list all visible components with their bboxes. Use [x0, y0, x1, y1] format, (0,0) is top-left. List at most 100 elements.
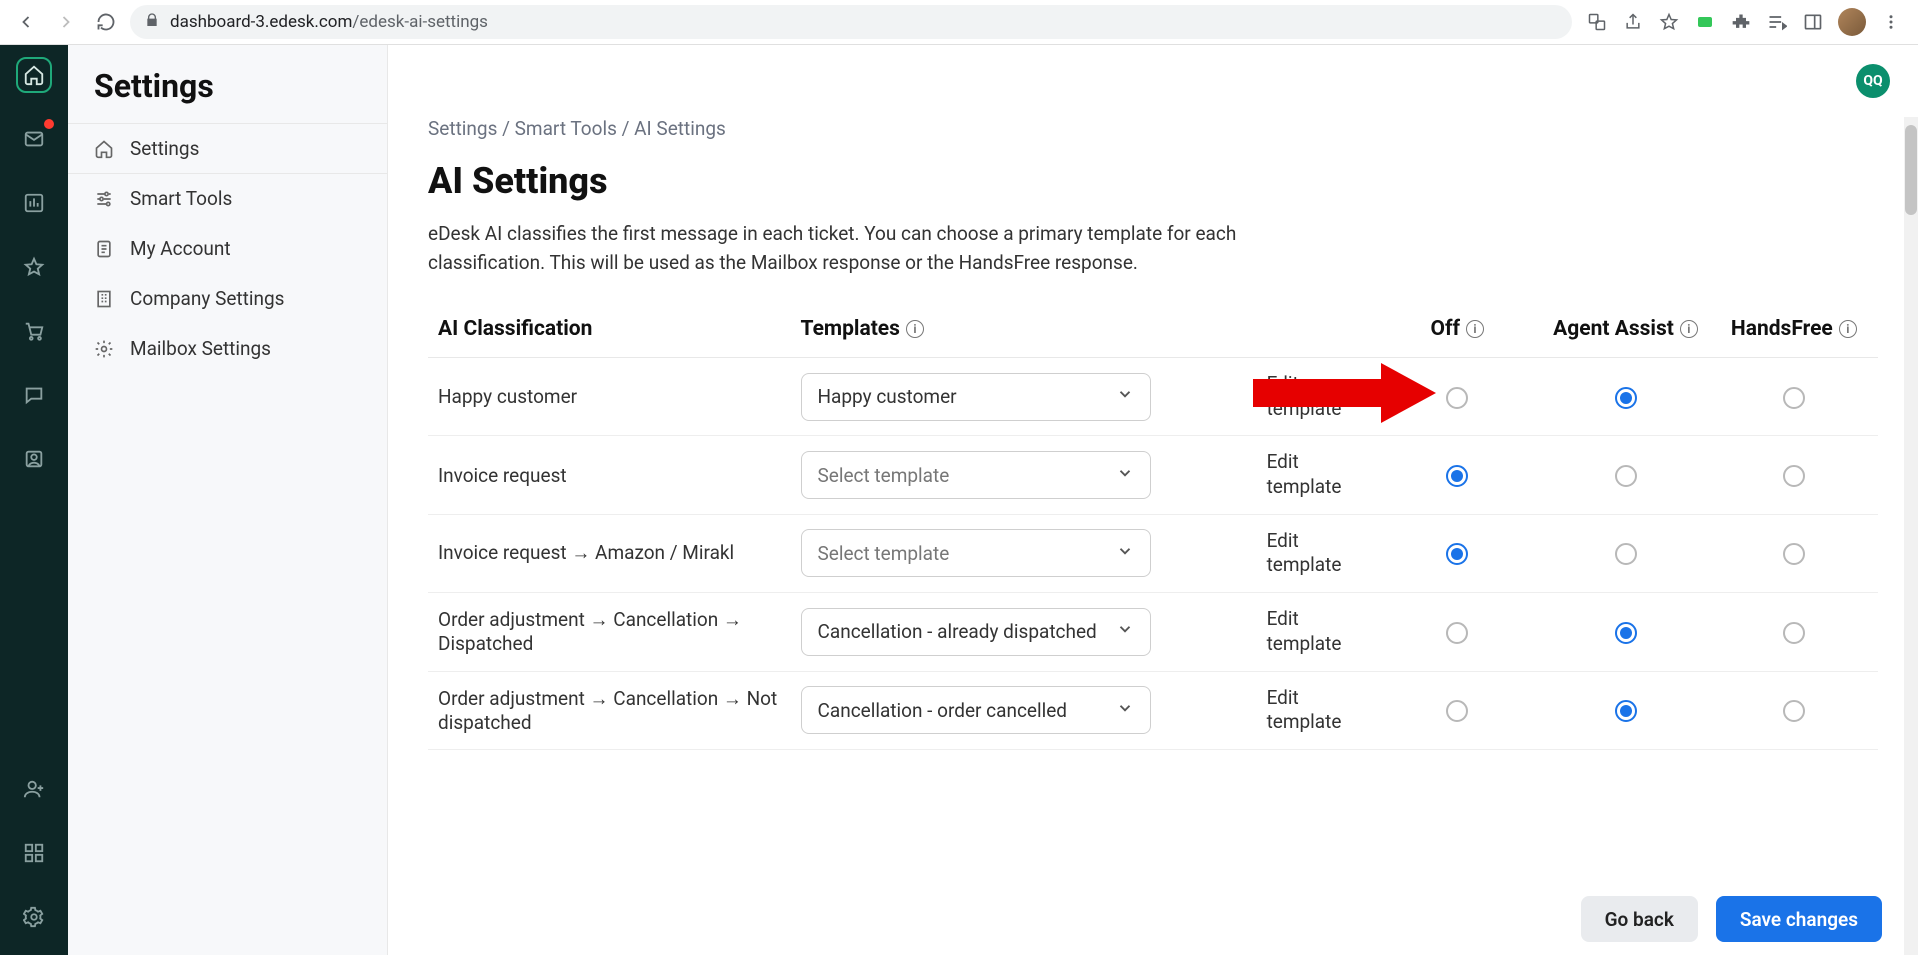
th-templates: Templatesi — [791, 305, 1257, 358]
edit-template-link[interactable]: Edit template — [1267, 686, 1342, 734]
template-select[interactable]: Select template — [801, 529, 1151, 577]
info-icon[interactable]: i — [1466, 320, 1484, 338]
cell-classification: Order adjustment → Cancellation → Dispat… — [428, 593, 791, 671]
rail-chart-icon[interactable] — [16, 185, 52, 221]
translate-icon[interactable] — [1586, 11, 1608, 33]
browser-toolbar: dashboard-3.edesk.com/edesk-ai-settings — [0, 0, 1918, 45]
rail-chat-icon[interactable] — [16, 377, 52, 413]
extensions-icon[interactable] — [1730, 11, 1752, 33]
id-icon — [94, 239, 114, 259]
template-select[interactable]: Select template — [801, 451, 1151, 499]
breadcrumb[interactable]: Settings / Smart Tools / AI Settings — [428, 117, 1878, 140]
main-area: QQ Settings / Smart Tools / AI Settings … — [388, 45, 1918, 955]
table-row: Invoice request → Amazon / MiraklSelect … — [428, 514, 1878, 592]
th-classification: AI Classification — [428, 305, 791, 358]
sliders-icon — [94, 189, 114, 209]
user-avatar-badge[interactable]: QQ — [1856, 64, 1890, 98]
template-select[interactable]: Happy customer — [801, 373, 1151, 421]
star-icon[interactable] — [1658, 11, 1680, 33]
back-button[interactable] — [10, 6, 42, 38]
rail-settings-icon[interactable] — [16, 899, 52, 935]
edit-template-link[interactable]: Edit template — [1267, 450, 1342, 498]
sidebar-item-mailbox-settings[interactable]: Mailbox Settings — [68, 324, 387, 374]
radio-handsfree[interactable] — [1783, 543, 1805, 565]
sidebar-item-settings[interactable]: Settings — [68, 123, 387, 174]
table-row: Order adjustment → Cancellation → Not di… — [428, 671, 1878, 749]
radio-off[interactable] — [1446, 700, 1468, 722]
footer-bar: Go back Save changes — [388, 883, 1910, 955]
th-agent-assist: Agent Assisti — [1541, 305, 1709, 358]
edit-template-link[interactable]: Edit template — [1267, 372, 1342, 420]
rail-apps-icon[interactable] — [16, 835, 52, 871]
lock-icon — [144, 12, 160, 33]
radio-agent-assist[interactable] — [1615, 700, 1637, 722]
reload-button[interactable] — [90, 6, 122, 38]
scrollbar[interactable] — [1904, 117, 1918, 955]
chrome-actions — [1580, 8, 1908, 36]
sidebar-item-label: Smart Tools — [130, 187, 232, 210]
rail-home-icon[interactable] — [16, 57, 52, 93]
chevron-down-icon — [1116, 542, 1134, 565]
template-value: Select template — [818, 464, 950, 487]
chrome-menu-icon[interactable] — [1880, 11, 1902, 33]
radio-handsfree[interactable] — [1783, 700, 1805, 722]
sidebar-item-smart-tools[interactable]: Smart Tools — [68, 174, 387, 224]
info-icon[interactable]: i — [1680, 320, 1698, 338]
cell-classification: Order adjustment → Cancellation → Not di… — [428, 671, 791, 749]
rail-add-user-icon[interactable] — [16, 771, 52, 807]
rail-mail-icon[interactable] — [16, 121, 52, 157]
sidebar-item-company-settings[interactable]: Company Settings — [68, 274, 387, 324]
radio-off[interactable] — [1446, 543, 1468, 565]
sidebar-item-my-account[interactable]: My Account — [68, 224, 387, 274]
radio-off[interactable] — [1446, 387, 1468, 409]
radio-off[interactable] — [1446, 622, 1468, 644]
chevron-down-icon — [1116, 620, 1134, 643]
camera-ext-icon[interactable] — [1694, 11, 1716, 33]
th-handsfree: HandsFreei — [1710, 305, 1878, 358]
template-select[interactable]: Cancellation - order cancelled — [801, 686, 1151, 734]
edit-template-link[interactable]: Edit template — [1267, 529, 1342, 577]
info-icon[interactable]: i — [906, 320, 924, 338]
page-title: AI Settings — [428, 160, 1878, 202]
chevron-down-icon — [1116, 464, 1134, 487]
gear-icon — [94, 339, 114, 359]
cell-classification: Invoice request → Amazon / Mirakl — [428, 514, 791, 592]
classification-table: AI Classification Templatesi Offi Agent … — [428, 305, 1878, 750]
info-icon[interactable]: i — [1839, 320, 1857, 338]
th-off: Offi — [1373, 305, 1541, 358]
save-changes-button[interactable]: Save changes — [1716, 896, 1882, 942]
radio-agent-assist[interactable] — [1615, 465, 1637, 487]
table-row: Order adjustment → Cancellation → Dispat… — [428, 593, 1878, 671]
radio-handsfree[interactable] — [1783, 465, 1805, 487]
chevron-down-icon — [1116, 699, 1134, 722]
radio-handsfree[interactable] — [1783, 387, 1805, 409]
radio-agent-assist[interactable] — [1615, 622, 1637, 644]
chevron-down-icon — [1116, 385, 1134, 408]
notification-dot — [44, 119, 54, 129]
forward-button[interactable] — [50, 6, 82, 38]
sidebar-item-label: Mailbox Settings — [130, 337, 271, 360]
template-value: Cancellation - order cancelled — [818, 699, 1068, 722]
template-value: Cancellation - already dispatched — [818, 620, 1097, 643]
radio-agent-assist[interactable] — [1615, 543, 1637, 565]
radio-off[interactable] — [1446, 465, 1468, 487]
rail-contact-icon[interactable] — [16, 441, 52, 477]
settings-sidebar: Settings SettingsSmart ToolsMy AccountCo… — [68, 45, 388, 955]
sidebar-item-label: Settings — [130, 137, 199, 160]
panel-icon[interactable] — [1802, 11, 1824, 33]
cell-classification: Invoice request — [428, 436, 791, 514]
template-value: Happy customer — [818, 385, 957, 408]
radio-agent-assist[interactable] — [1615, 387, 1637, 409]
radio-handsfree[interactable] — [1783, 622, 1805, 644]
cell-classification: Happy customer — [428, 358, 791, 436]
rail-cart-icon[interactable] — [16, 313, 52, 349]
scroll-thumb[interactable] — [1905, 125, 1917, 215]
profile-avatar[interactable] — [1838, 8, 1866, 36]
go-back-button[interactable]: Go back — [1581, 896, 1698, 942]
share-icon[interactable] — [1622, 11, 1644, 33]
rail-star-icon[interactable] — [16, 249, 52, 285]
address-bar[interactable]: dashboard-3.edesk.com/edesk-ai-settings — [130, 5, 1572, 39]
edit-template-link[interactable]: Edit template — [1267, 607, 1342, 655]
playlist-icon[interactable] — [1766, 11, 1788, 33]
template-select[interactable]: Cancellation - already dispatched — [801, 608, 1151, 656]
